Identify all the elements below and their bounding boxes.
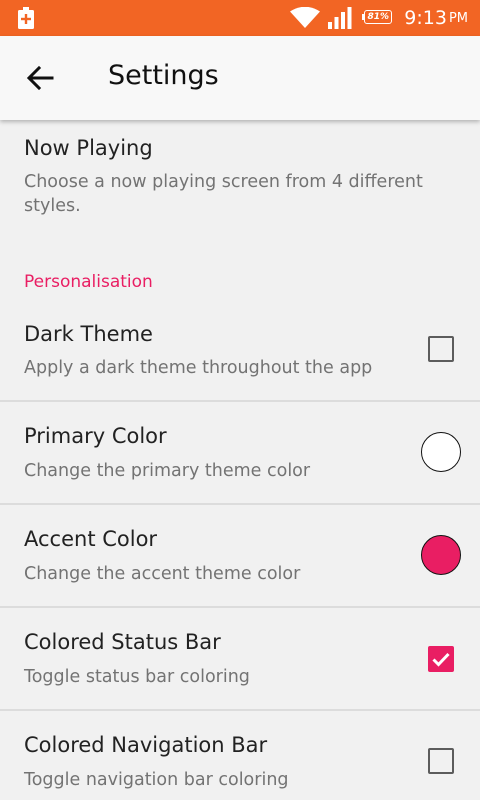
pref-title: Dark Theme bbox=[24, 322, 153, 346]
battery-charging-icon bbox=[18, 7, 34, 29]
status-ampm: PM bbox=[448, 10, 468, 26]
pref-summary: Apply a dark theme throughout the app bbox=[24, 358, 373, 378]
signal-icon bbox=[328, 7, 352, 29]
pref-title: Primary Color bbox=[24, 424, 167, 448]
app-bar: Settings bbox=[0, 36, 480, 120]
wifi-icon bbox=[290, 7, 321, 28]
pref-colored-status-bar[interactable]: Colored Status Bar Toggle status bar col… bbox=[0, 608, 480, 709]
pref-primary-color[interactable]: Primary Color Change the primary theme c… bbox=[0, 402, 480, 503]
back-button[interactable] bbox=[16, 54, 64, 102]
pref-summary: Choose a now playing screen from 4 diffe… bbox=[24, 172, 423, 216]
pref-title: Accent Color bbox=[24, 527, 158, 551]
pref-summary: Toggle navigation bar coloring bbox=[24, 770, 289, 790]
colored-status-bar-checkbox[interactable] bbox=[428, 646, 454, 672]
status-time: 9:13 bbox=[404, 7, 447, 29]
pref-summary: Change the accent theme color bbox=[24, 564, 301, 584]
pref-accent-color[interactable]: Accent Color Change the accent theme col… bbox=[0, 505, 480, 606]
page-title: Settings bbox=[108, 60, 219, 91]
check-icon bbox=[428, 646, 454, 672]
primary-color-swatch[interactable] bbox=[421, 432, 461, 472]
category-header-personalisation: Personalisation bbox=[24, 272, 153, 292]
pref-dark-theme[interactable]: Dark Theme Apply a dark theme throughout… bbox=[0, 310, 480, 400]
pref-colored-navigation-bar[interactable]: Colored Navigation Bar Toggle navigation… bbox=[0, 711, 480, 800]
status-bar: 81% 9:13 PM bbox=[0, 0, 480, 36]
settings-list: Now Playing Choose a now playing screen … bbox=[0, 120, 480, 800]
battery-percent: 81% bbox=[364, 10, 393, 24]
accent-color-swatch[interactable] bbox=[421, 535, 461, 575]
colored-navigation-bar-checkbox[interactable] bbox=[428, 748, 454, 774]
pref-summary: Change the primary theme color bbox=[24, 461, 311, 481]
pref-now-playing[interactable]: Now Playing Choose a now playing screen … bbox=[0, 120, 480, 220]
battery-icon: 81% bbox=[362, 10, 394, 26]
dark-theme-checkbox[interactable] bbox=[428, 336, 454, 362]
arrow-back-icon bbox=[26, 66, 54, 90]
pref-title: Colored Status Bar bbox=[24, 630, 221, 654]
pref-title: Colored Navigation Bar bbox=[24, 733, 268, 757]
pref-title: Now Playing bbox=[24, 136, 153, 160]
pref-summary: Toggle status bar coloring bbox=[24, 667, 250, 687]
